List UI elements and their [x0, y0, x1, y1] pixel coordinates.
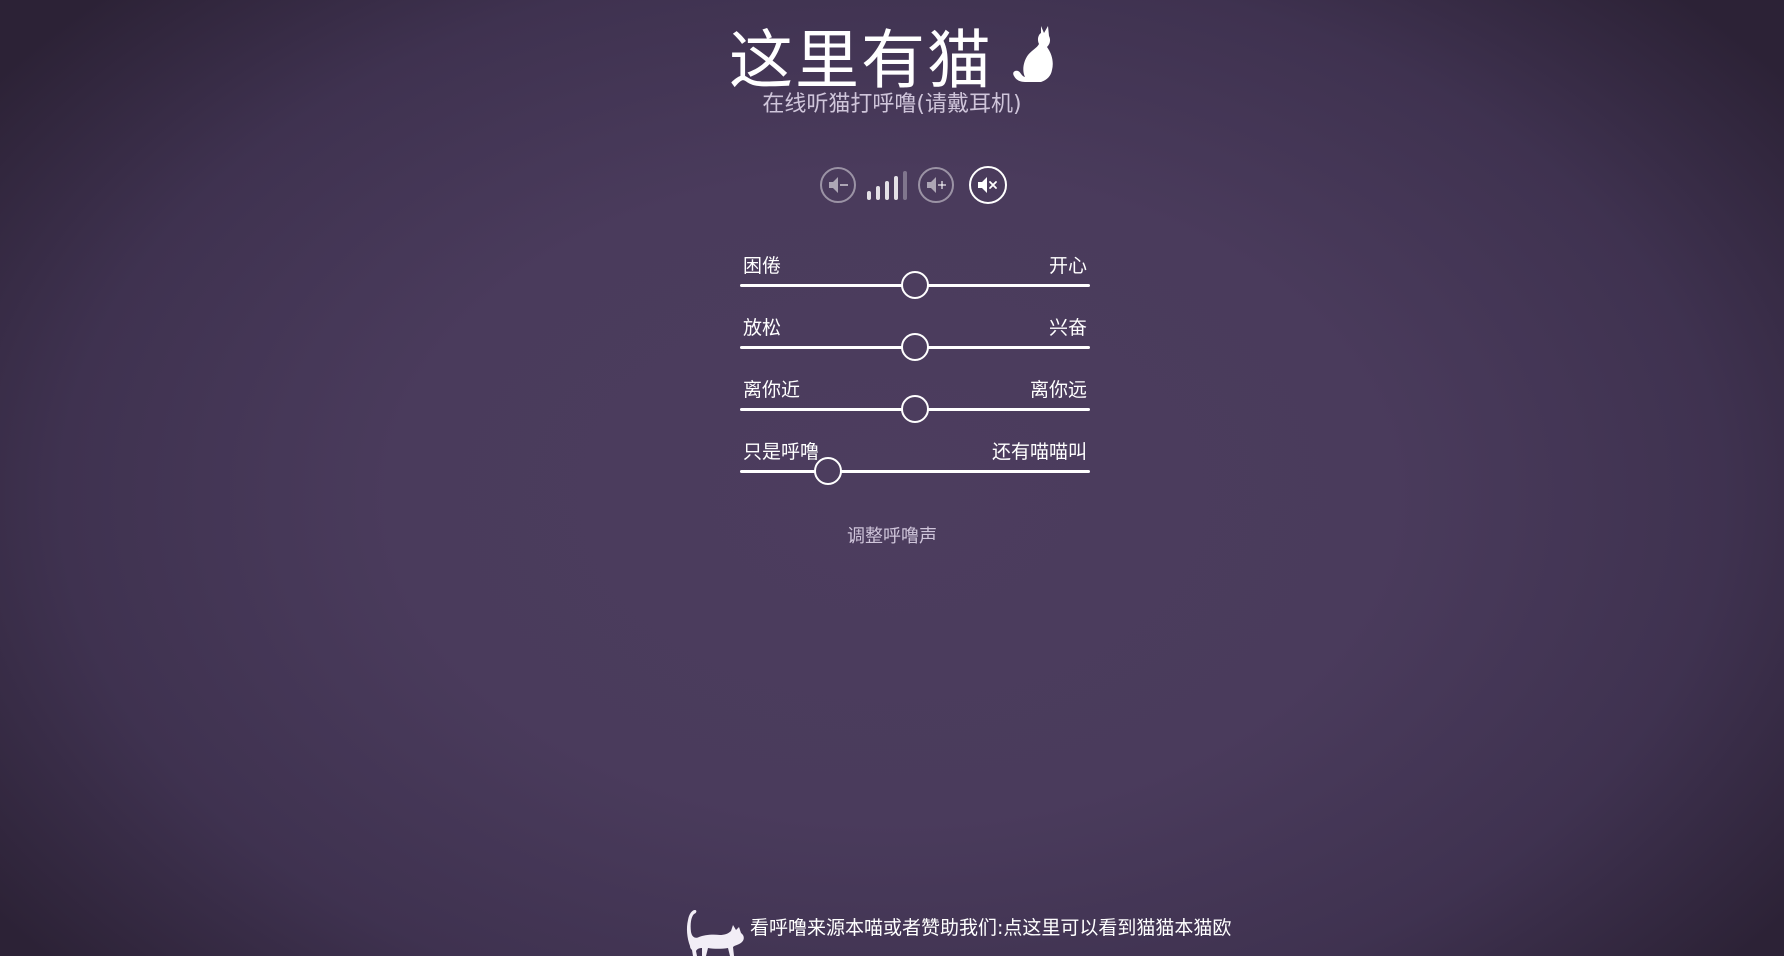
slider-right-label: 还有喵喵叫	[991, 441, 1087, 463]
page-subtitle: 在线听猫打呼噜(请戴耳机)	[762, 92, 1022, 117]
adjust-purr-link[interactable]: 调整呼噜声	[847, 526, 937, 547]
volume-level-indicator	[867, 171, 911, 200]
mute-button[interactable]	[969, 166, 1007, 204]
title-text: 这里有猫	[729, 24, 993, 99]
volume-level-bar	[885, 181, 889, 200]
slider-left-label: 只是呼噜	[743, 441, 820, 463]
volume-down-icon	[829, 177, 848, 193]
footer: 看呼噜来源本喵或者赞助我们:点这里可以看到猫猫本猫欧	[684, 902, 1231, 956]
slider-right-label: 离你远	[1029, 379, 1087, 401]
volume-up-icon	[927, 177, 946, 193]
slider-thumb[interactable]	[901, 271, 929, 299]
volume-level-bar	[867, 191, 871, 200]
slider-track[interactable]	[740, 457, 1090, 485]
slider-left-label: 离你近	[743, 379, 801, 401]
slider-track[interactable]	[740, 271, 1090, 299]
slider-thumb[interactable]	[813, 457, 842, 485]
slider-left-label: 困倦	[743, 255, 782, 277]
volume-down-button[interactable]	[820, 167, 856, 203]
page-title: 这里有猫	[0, 18, 1784, 101]
slider-right-label: 开心	[1048, 255, 1087, 277]
slider-tired-happy: 困倦 开心	[740, 254, 1090, 308]
walking-cat-icon	[686, 910, 744, 956]
slider-track[interactable]	[740, 333, 1090, 361]
adjust-purr-container: 调整呼噜声	[0, 524, 1784, 550]
volume-level-bar	[876, 186, 880, 200]
volume-level-bar	[894, 176, 898, 200]
volume-level-bar	[903, 171, 907, 200]
volume-controls	[820, 166, 1010, 207]
slider-purr-meow: 只是呼噜 还有喵喵叫	[740, 440, 1090, 494]
footer-link[interactable]: 看呼噜来源本喵或者赞助我们:点这里可以看到猫猫本猫欧	[750, 915, 1231, 941]
slider-relaxed-excited: 放松 兴奋	[740, 316, 1090, 370]
sitting-cat-icon	[1013, 26, 1053, 83]
slider-track[interactable]	[740, 395, 1090, 423]
slider-left-label: 放松	[743, 317, 782, 339]
slider-thumb[interactable]	[901, 333, 929, 361]
mute-icon	[978, 177, 997, 193]
slider-thumb[interactable]	[901, 395, 929, 423]
slider-right-label: 兴奋	[1048, 317, 1087, 339]
slider-near-far: 离你近 离你远	[740, 378, 1090, 432]
volume-up-button[interactable]	[918, 167, 954, 203]
